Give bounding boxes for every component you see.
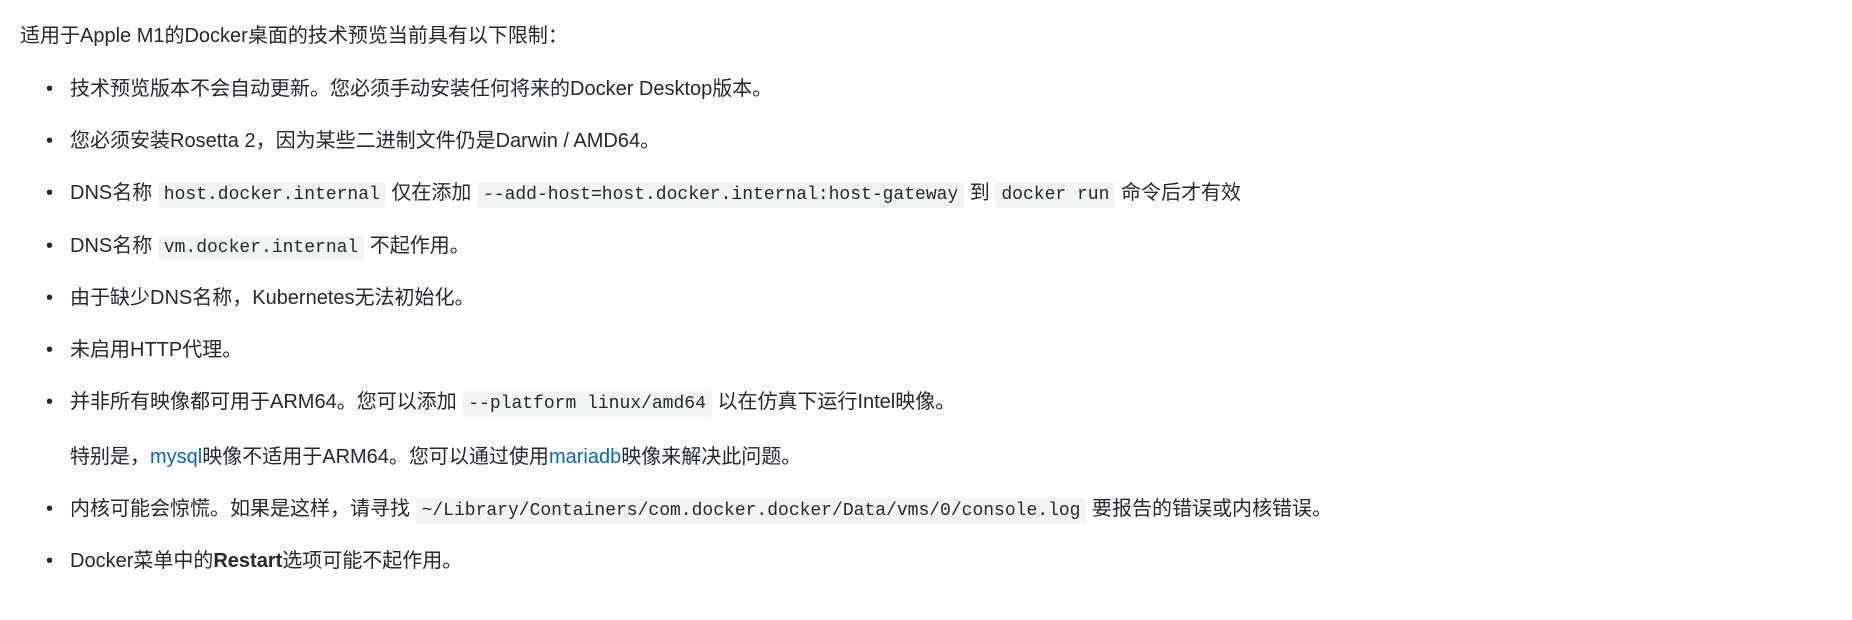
item-text-post: 以在仿真下运行Intel映像。 <box>712 391 955 413</box>
code-inline: --platform linux/amd64 <box>462 391 712 417</box>
item-text: 未启用HTTP代理。 <box>70 339 242 361</box>
mysql-link[interactable]: mysql <box>150 446 202 468</box>
item-text-pre: Docker菜单中的 <box>70 550 213 572</box>
list-item: DNS名称 vm.docker.internal 不起作用。 <box>70 229 1832 264</box>
sub-text-post: 映像来解决此问题。 <box>621 446 801 468</box>
list-item: DNS名称 host.docker.internal 仅在添加 --add-ho… <box>70 176 1832 211</box>
item-text-post: 不起作用。 <box>364 235 470 257</box>
mariadb-link[interactable]: mariadb <box>549 446 621 468</box>
sub-text-mid: 映像不适用于ARM64。您可以通过使用 <box>202 446 549 468</box>
code-inline: --add-host=host.docker.internal:host-gat… <box>477 182 964 208</box>
item-text-pre: 并非所有映像都可用于ARM64。您可以添加 <box>70 391 462 413</box>
item-text-pre: DNS名称 <box>70 235 158 257</box>
limitations-list: 技术预览版本不会自动更新。您必须手动安装任何将来的Docker Desktop版… <box>20 72 1832 578</box>
list-item: 技术预览版本不会自动更新。您必须手动安装任何将来的Docker Desktop版… <box>70 72 1832 106</box>
list-item: 您必须安装Rosetta 2，因为某些二进制文件仍是Darwin / AMD64… <box>70 124 1832 158</box>
item-text-post: 命令后才有效 <box>1115 182 1241 204</box>
item-text: 您必须安装Rosetta 2，因为某些二进制文件仍是Darwin / AMD64… <box>70 130 660 152</box>
item-text-mid: 仅在添加 <box>386 182 477 204</box>
item-text-pre: 内核可能会惊慌。如果是这样，请寻找 <box>70 498 416 520</box>
code-inline: vm.docker.internal <box>158 235 364 261</box>
item-text: 技术预览版本不会自动更新。您必须手动安装任何将来的Docker Desktop版… <box>70 78 772 100</box>
item-text-post: 要报告的错误或内核错误。 <box>1086 498 1332 520</box>
list-item: 由于缺少DNS名称，Kubernetes无法初始化。 <box>70 281 1832 315</box>
code-inline: host.docker.internal <box>158 182 386 208</box>
intro-paragraph: 适用于Apple M1的Docker桌面的技术预览当前具有以下限制： <box>20 20 1832 52</box>
item-text-pre: DNS名称 <box>70 182 158 204</box>
sub-paragraph: 特别是，mysql映像不适用于ARM64。您可以通过使用mariadb映像来解决… <box>70 440 1832 474</box>
list-item: 未启用HTTP代理。 <box>70 333 1832 367</box>
item-text-mid: 到 <box>964 182 995 204</box>
list-item: 内核可能会惊慌。如果是这样，请寻找 ~/Library/Containers/c… <box>70 492 1832 527</box>
item-text: 由于缺少DNS名称，Kubernetes无法初始化。 <box>70 287 475 309</box>
item-text-post: 选项可能不起作用。 <box>282 550 462 572</box>
list-item: Docker菜单中的Restart选项可能不起作用。 <box>70 544 1832 578</box>
restart-strong: Restart <box>213 550 282 572</box>
code-inline: ~/Library/Containers/com.docker.docker/D… <box>416 498 1087 524</box>
code-inline: docker run <box>995 182 1115 208</box>
list-item: 并非所有映像都可用于ARM64。您可以添加 --platform linux/a… <box>70 385 1832 474</box>
sub-text-pre: 特别是， <box>70 446 150 468</box>
